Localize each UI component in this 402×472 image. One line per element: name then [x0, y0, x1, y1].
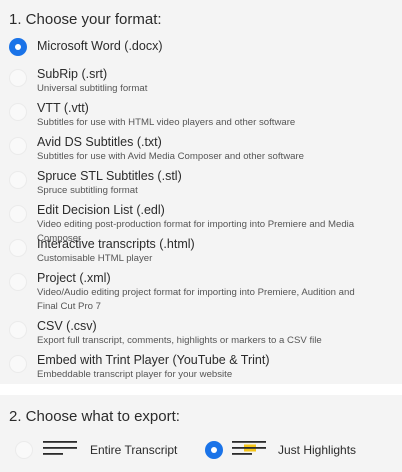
- highlighted-lines-icon: [232, 441, 266, 455]
- radio-icon[interactable]: [9, 103, 27, 121]
- export-option-label: Just Highlights: [278, 443, 357, 457]
- radio-selected-icon[interactable]: [205, 441, 223, 459]
- format-option-title: SubRip (.srt): [37, 67, 108, 81]
- format-option-desc: Spruce subtitling format: [37, 185, 138, 196]
- radio-icon[interactable]: [9, 239, 27, 257]
- format-option-title: Interactive transcripts (.html): [37, 237, 195, 251]
- export-section: 2. Choose what to export: Entire Transcr…: [0, 395, 402, 472]
- radio-icon[interactable]: [9, 137, 27, 155]
- radio-icon[interactable]: [9, 171, 27, 189]
- radio-icon[interactable]: [9, 69, 27, 87]
- format-option-title: VTT (.vtt): [37, 101, 89, 115]
- format-option-desc: Subtitles for use with HTML video player…: [37, 117, 296, 128]
- radio-icon[interactable]: [9, 355, 27, 373]
- format-section: 1. Choose your format: Microsoft Word (.…: [0, 0, 402, 384]
- format-option-desc: Universal subtitling format: [37, 83, 148, 94]
- format-option-title: Microsoft Word (.docx): [37, 39, 163, 53]
- export-option-highlights[interactable]: Just Highlights: [200, 395, 402, 472]
- format-option-desc: Subtitles for use with Avid Media Compos…: [37, 151, 304, 162]
- text-lines-icon: [43, 441, 77, 455]
- format-option-desc: Embeddable transcript player for your we…: [37, 369, 233, 380]
- format-option-title: Edit Decision List (.edl): [37, 203, 165, 217]
- format-option-desc: Export full transcript, comments, highli…: [37, 335, 322, 346]
- radio-selected-icon[interactable]: [9, 38, 27, 56]
- format-option-title: Avid DS Subtitles (.txt): [37, 135, 162, 149]
- format-option-title: CSV (.csv): [37, 319, 97, 333]
- format-option-title: Embed with Trint Player (YouTube & Trint…: [37, 353, 270, 367]
- radio-icon[interactable]: [15, 441, 33, 459]
- radio-icon[interactable]: [9, 321, 27, 339]
- format-option-desc: Video/Audio editing project format for i…: [37, 287, 355, 312]
- format-heading: 1. Choose your format:: [9, 11, 162, 28]
- format-option-title: Project (.xml): [37, 271, 111, 285]
- radio-icon[interactable]: [9, 273, 27, 291]
- export-option-entire[interactable]: Entire Transcript: [0, 395, 200, 472]
- export-option-label: Entire Transcript: [90, 443, 178, 457]
- radio-icon[interactable]: [9, 205, 27, 223]
- format-option-desc: Customisable HTML player: [37, 253, 153, 264]
- format-option-title: Spruce STL Subtitles (.stl): [37, 169, 182, 183]
